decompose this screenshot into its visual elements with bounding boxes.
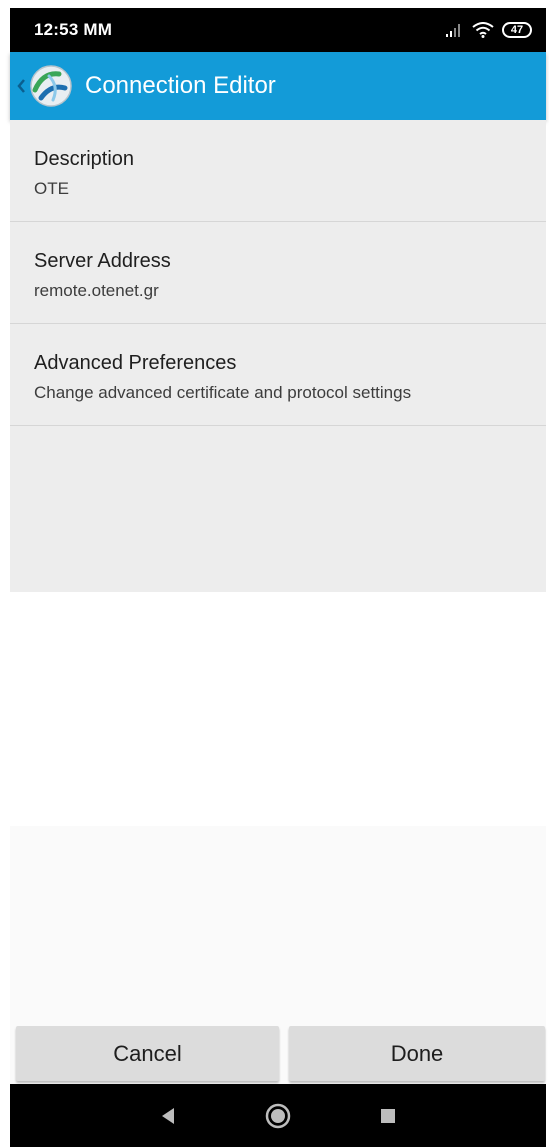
- screen-title: Connection Editor: [85, 72, 276, 99]
- status-time: 12:53 MM: [34, 20, 113, 39]
- home-circle-icon: [265, 1103, 291, 1128]
- app-bar: Connection Editor: [10, 52, 546, 120]
- pref-title: Description: [34, 148, 135, 170]
- pref-advanced-preferences[interactable]: Advanced Preferences Change advanced cer…: [10, 324, 546, 426]
- button-bar: Cancel Done: [10, 1024, 546, 1084]
- pref-value: remote.otenet.gr: [34, 281, 159, 300]
- wifi-icon: [472, 22, 494, 38]
- pref-value: OTE: [34, 179, 69, 198]
- navigation-bar: [10, 1084, 546, 1147]
- status-icons: 47: [446, 22, 532, 38]
- done-button[interactable]: Done: [289, 1026, 545, 1081]
- status-bar: 12:53 MM 47: [10, 8, 546, 52]
- pref-title: Server Address: [34, 250, 171, 272]
- cancel-button[interactable]: Cancel: [16, 1026, 279, 1081]
- pref-title: Advanced Preferences: [34, 352, 237, 374]
- empty-area-lower: [10, 826, 546, 1038]
- battery-icon: 47: [502, 22, 532, 38]
- pref-summary: Change advanced certificate and protocol…: [34, 383, 412, 402]
- nav-home-button[interactable]: [223, 1084, 333, 1147]
- recents-square-icon: [381, 1108, 395, 1123]
- preferences-list: Description OTE Server Address remote.ot…: [10, 120, 546, 592]
- nav-recents-button[interactable]: [333, 1084, 443, 1147]
- nav-back-button[interactable]: [113, 1084, 223, 1147]
- back-triangle-icon: [162, 1107, 174, 1124]
- app-logo-icon[interactable]: [29, 64, 73, 108]
- pref-server-address[interactable]: Server Address remote.otenet.gr: [10, 222, 546, 324]
- back-chevron-icon[interactable]: [15, 74, 27, 98]
- pref-description[interactable]: Description OTE: [10, 120, 546, 222]
- signal-icon: [446, 24, 460, 37]
